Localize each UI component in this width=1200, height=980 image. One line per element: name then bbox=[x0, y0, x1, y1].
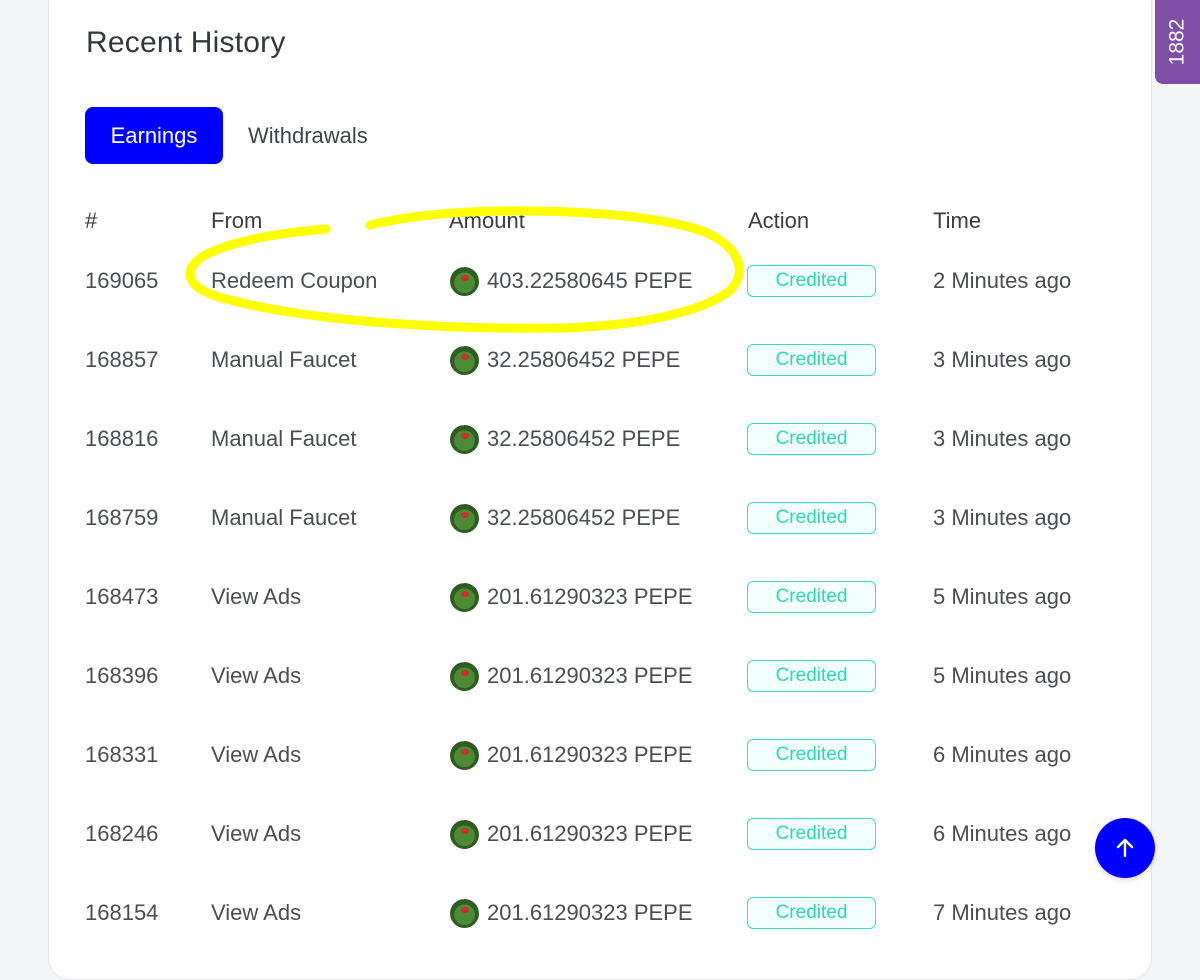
pepe-coin-icon bbox=[450, 582, 479, 612]
row-source: View Ads bbox=[211, 821, 302, 846]
row-amount-value: 201.61290323 PEPE bbox=[487, 900, 693, 925]
status-badge: Credited bbox=[747, 502, 876, 534]
row-amount-value: 32.25806452 PEPE bbox=[487, 347, 681, 372]
row-amount-value: 201.61290323 PEPE bbox=[487, 584, 693, 609]
row-amount: 32.25806452 PEPE bbox=[450, 424, 680, 454]
row-amount-value: 32.25806452 PEPE bbox=[487, 426, 681, 451]
scroll-to-top-button[interactable] bbox=[1095, 818, 1155, 878]
table-row: 168331 View Ads 201.61290323 PEPE Credited 6… bbox=[0, 739, 1200, 819]
table-row: 168473 View Ads 201.61290323 PEPE Credited 5… bbox=[0, 581, 1200, 661]
pepe-coin-icon bbox=[450, 424, 479, 454]
history-tabs: Earnings Withdrawals bbox=[85, 107, 392, 164]
row-id: 168473 bbox=[85, 584, 159, 609]
side-counter-label: 1882 bbox=[1165, 18, 1189, 66]
pepe-coin-icon bbox=[450, 898, 479, 928]
tab-withdrawals[interactable]: Withdrawals bbox=[223, 107, 392, 164]
row-amount-value: 201.61290323 PEPE bbox=[487, 742, 693, 767]
status-badge: Credited bbox=[747, 818, 876, 850]
table-row: 169065 Redeem Coupon 403.22580645 PEPE Cred… bbox=[0, 265, 1200, 345]
row-time: 7 Minutes ago bbox=[933, 900, 1072, 925]
status-badge: Credited bbox=[747, 660, 876, 692]
table-row: 168816 Manual Faucet 32.25806452 PEPE Credi… bbox=[0, 423, 1200, 503]
table-row: 168154 View Ads 201.61290323 PEPE Credited 7… bbox=[0, 897, 1200, 977]
row-id: 168396 bbox=[85, 663, 159, 688]
row-amount: 32.25806452 PEPE bbox=[450, 503, 680, 533]
row-id: 168154 bbox=[85, 900, 159, 925]
status-badge: Credited bbox=[747, 739, 876, 771]
pepe-coin-icon bbox=[450, 345, 479, 375]
row-time: 6 Minutes ago bbox=[933, 821, 1072, 846]
row-amount: 201.61290323 PEPE bbox=[450, 819, 693, 849]
status-badge: Credited bbox=[747, 265, 876, 297]
row-amount-value: 201.61290323 PEPE bbox=[487, 663, 693, 688]
column-header-amount: Amount bbox=[449, 208, 525, 233]
row-source: View Ads bbox=[211, 584, 302, 609]
row-amount: 201.61290323 PEPE bbox=[450, 661, 693, 691]
side-counter-tab[interactable]: 1882 bbox=[1155, 0, 1200, 84]
row-amount-value: 201.61290323 PEPE bbox=[487, 821, 693, 846]
pepe-coin-icon bbox=[450, 266, 479, 296]
table-row: 168396 View Ads 201.61290323 PEPE Credited 5… bbox=[0, 660, 1200, 740]
row-time: 5 Minutes ago bbox=[933, 663, 1072, 688]
pepe-coin-icon bbox=[450, 661, 479, 691]
column-header-action: Action bbox=[748, 208, 810, 233]
table-row: 168857 Manual Faucet 32.25806452 PEPE Credi… bbox=[0, 344, 1200, 424]
row-id: 169065 bbox=[85, 268, 159, 293]
row-time: 3 Minutes ago bbox=[933, 505, 1072, 530]
page-title: Recent History bbox=[86, 26, 286, 59]
pepe-coin-icon bbox=[450, 503, 479, 533]
row-amount: 32.25806452 PEPE bbox=[450, 345, 680, 375]
row-id: 168759 bbox=[85, 505, 159, 530]
row-source: Manual Faucet bbox=[211, 426, 357, 451]
status-badge: Credited bbox=[747, 423, 876, 455]
row-source: View Ads bbox=[211, 742, 302, 767]
row-time: 2 Minutes ago bbox=[933, 268, 1072, 293]
column-header-number: # bbox=[85, 208, 98, 233]
row-source: View Ads bbox=[211, 663, 302, 688]
arrow-up-icon bbox=[1116, 838, 1134, 858]
row-id: 168816 bbox=[85, 426, 159, 451]
status-badge: Credited bbox=[747, 581, 876, 613]
row-id: 168857 bbox=[85, 347, 159, 372]
row-amount: 201.61290323 PEPE bbox=[450, 582, 693, 612]
row-source: Redeem Coupon bbox=[211, 268, 378, 293]
pepe-coin-icon bbox=[450, 819, 479, 849]
row-time: 3 Minutes ago bbox=[933, 347, 1072, 372]
table-row: 168246 View Ads 201.61290323 PEPE Credited 6… bbox=[0, 818, 1200, 898]
pepe-coin-icon bbox=[450, 740, 479, 770]
row-time: 5 Minutes ago bbox=[933, 584, 1072, 609]
table-row: 168759 Manual Faucet 32.25806452 PEPE Credi… bbox=[0, 502, 1200, 582]
row-id: 168331 bbox=[85, 742, 159, 767]
column-header-time: Time bbox=[933, 208, 982, 233]
status-badge: Credited bbox=[747, 344, 876, 376]
row-source: Manual Faucet bbox=[211, 347, 357, 372]
row-source: View Ads bbox=[211, 900, 302, 925]
row-amount: 201.61290323 PEPE bbox=[450, 740, 693, 770]
column-header-from: From bbox=[211, 208, 263, 233]
row-amount: 201.61290323 PEPE bbox=[450, 898, 693, 928]
row-amount-value: 403.22580645 PEPE bbox=[487, 268, 693, 293]
row-time: 3 Minutes ago bbox=[933, 426, 1072, 451]
row-amount: 403.22580645 PEPE bbox=[450, 266, 693, 296]
row-source: Manual Faucet bbox=[211, 505, 357, 530]
row-id: 168246 bbox=[85, 821, 159, 846]
row-time: 6 Minutes ago bbox=[933, 742, 1072, 767]
status-badge: Credited bbox=[747, 897, 876, 929]
tab-earnings[interactable]: Earnings bbox=[85, 107, 223, 164]
row-amount-value: 32.25806452 PEPE bbox=[487, 505, 681, 530]
